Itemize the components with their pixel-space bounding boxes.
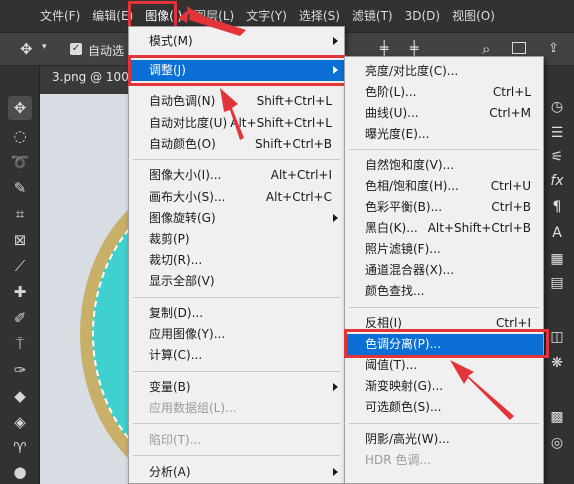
paragraph-icon[interactable]: ¶ (545, 196, 569, 218)
align-icon[interactable]: ╪ (380, 41, 388, 57)
adjust-submenu: 亮度/对比度(C)... 色阶(L)... Ctrl+L 曲线(U)... Ctrl… (344, 56, 544, 484)
menu-item-levels[interactable]: 色阶(L)... Ctrl+L (345, 82, 543, 103)
auto-select-checkbox[interactable]: ✓ (70, 43, 82, 55)
menu-item-vibrance[interactable]: 自然饱和度(V)... (345, 155, 543, 176)
menu-item-reveal-all[interactable]: 显示全部(V) (129, 271, 344, 292)
menu-item-apply-dataset: 应用数据组(L)... (149, 401, 237, 415)
stamp-tool-icon[interactable]: ⍑ (8, 332, 32, 356)
menu-item-canvas-size[interactable]: 画布大小(S)... Alt+Ctrl+C (129, 187, 344, 208)
submenu-arrow-icon (333, 37, 338, 45)
menu-item-auto-contrast[interactable]: 自动对比度(U) Alt+Shift+Ctrl+L (129, 113, 344, 134)
menu-item-hdr-toning: HDR 色调... (365, 453, 431, 467)
workspace-icon[interactable] (512, 42, 526, 54)
history-icon[interactable]: ◷ (545, 96, 569, 118)
menu-item-hue-saturation[interactable]: 色相/饱和度(H)... Ctrl+U (345, 176, 543, 197)
right-panel: ◷ ☰ ⚟ fx ¶ A ▦ ▤ ◫ ❋ ▩ ◎ (540, 66, 574, 484)
menu-item-auto-tone[interactable]: 自动色调(N) Shift+Ctrl+L (129, 91, 344, 112)
menu-item-crop[interactable]: 裁剪(P) (129, 229, 344, 250)
libraries-icon[interactable]: ▤ (545, 272, 569, 294)
menu-item-color-lookup[interactable]: 颜色查找... (345, 281, 543, 302)
eraser-tool-icon[interactable]: ◆ (8, 384, 32, 408)
posterize-highlight-box (344, 329, 549, 358)
history-brush-tool-icon[interactable]: ✑ (8, 358, 32, 382)
paths-icon[interactable]: ▦ (545, 248, 569, 270)
move-tool-icon[interactable]: ✥ (20, 40, 33, 58)
adjust-highlight-box (128, 55, 347, 86)
menu-view[interactable]: 视图(O) (446, 2, 501, 30)
menu-item-selective-color[interactable]: 可选颜色(S)... (345, 397, 543, 418)
color-icon[interactable]: ◎ (545, 432, 569, 454)
dodge-tool-icon[interactable]: ● (8, 460, 32, 484)
share-icon[interactable]: ⇪ (548, 41, 559, 56)
move-tool-icon[interactable]: ✥ (8, 96, 32, 120)
eyedropper-tool-icon[interactable]: ⟋ (8, 254, 32, 278)
menu-item-brightness[interactable]: 亮度/对比度(C)... (345, 61, 543, 82)
swatches-icon[interactable]: ▩ (545, 406, 569, 428)
menu-item-trim[interactable]: 裁切(R)... (129, 250, 344, 271)
fx-icon[interactable]: fx (545, 170, 569, 192)
menu-item-apply-image[interactable]: 应用图像(Y)... (129, 324, 344, 345)
crop-tool-icon[interactable]: ⌗ (8, 202, 32, 226)
align-icon-2[interactable]: ╪ (410, 41, 418, 57)
menu-item-duplicate[interactable]: 复制(D)... (129, 303, 344, 324)
adjustments-icon[interactable]: ☰ (545, 122, 569, 144)
image-menu: 模式(M) 调整(J) 自动色调(N) Shift+Ctrl+L 自动对比度(U)… (128, 26, 345, 484)
submenu-arrow-icon (333, 468, 338, 476)
menu-item-trap: 陷印(T)... (149, 433, 202, 447)
properties-icon[interactable]: ⚟ (545, 146, 569, 168)
menu-item-mode[interactable]: 模式(M) (129, 31, 344, 52)
frame-tool-icon[interactable]: ⊠ (8, 228, 32, 252)
menu-item-color-balance[interactable]: 色彩平衡(B)... Ctrl+B (345, 197, 543, 218)
menu-item-variables[interactable]: 变量(B) (129, 377, 344, 398)
menu-3d[interactable]: 3D(D) (399, 2, 446, 30)
menu-item-exposure[interactable]: 曝光度(E)... (345, 124, 543, 145)
auto-select-label: 自动选 (88, 44, 125, 58)
submenu-arrow-icon (333, 214, 338, 222)
menu-item-photo-filter[interactable]: 照片滤镜(F)... (345, 239, 543, 260)
menu-file[interactable]: 文件(F) (34, 2, 86, 30)
smudge-tool-icon[interactable]: ♈ (8, 436, 32, 460)
submenu-arrow-icon (333, 383, 338, 391)
character-icon[interactable]: A (545, 222, 569, 244)
paint-bucket-tool-icon[interactable]: ◈ (8, 410, 32, 434)
dropdown-arrow-icon[interactable]: ▾ (42, 42, 47, 52)
menu-item-curves[interactable]: 曲线(U)... Ctrl+M (345, 103, 543, 124)
menu-filter[interactable]: 滤镜(T) (346, 2, 399, 30)
menu-item-rotation[interactable]: 图像旋转(G) (129, 208, 344, 229)
menu-item-channel-mixer[interactable]: 通道混合器(X)... (345, 260, 543, 281)
menu-item-threshold[interactable]: 阈值(T)... (345, 355, 543, 376)
menu-item-shadows-highlights[interactable]: 阴影/高光(W)... (345, 429, 543, 450)
quick-select-tool-icon[interactable]: ✎ (8, 176, 32, 200)
document-tab[interactable]: 3.png @ 100% (52, 70, 140, 84)
brush-tool-icon[interactable]: ✐ (8, 306, 32, 330)
menu-item-black-white[interactable]: 黑白(K)... Alt+Shift+Ctrl+B (345, 218, 543, 239)
menu-item-calculations[interactable]: 计算(C)... (129, 345, 344, 366)
lasso-tool-icon[interactable]: ➰ (8, 150, 32, 174)
marquee-tool-icon[interactable]: ◌ (8, 124, 32, 148)
menu-item-analysis[interactable]: 分析(A) (129, 462, 344, 483)
menu-item-image-size[interactable]: 图像大小(I)... Alt+Ctrl+I (129, 165, 344, 186)
menu-item-auto-color[interactable]: 自动颜色(O) Shift+Ctrl+B (129, 134, 344, 155)
healing-tool-icon[interactable]: ✚ (8, 280, 32, 304)
menu-item-gradient-map[interactable]: 渐变映射(G)... (345, 376, 543, 397)
tools-panel: ✥ ◌ ➰ ✎ ⌗ ⊠ ⟋ ✚ ✐ ⍑ ✑ ◆ ◈ ♈ ● (0, 66, 40, 484)
